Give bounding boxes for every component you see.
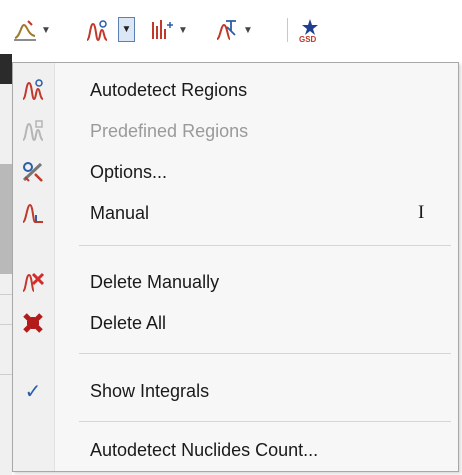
chevron-down-icon[interactable]: ▼ xyxy=(41,18,51,42)
background-line xyxy=(0,374,12,375)
menu-separator xyxy=(79,245,451,246)
toolbar-separator xyxy=(287,18,288,42)
background-line xyxy=(0,324,12,325)
menu-item-predefined-regions[interactable]: Predefined Regions xyxy=(13,114,458,148)
background-line xyxy=(0,294,12,295)
background-panel xyxy=(0,54,12,475)
delete-manually-icon xyxy=(21,270,45,294)
predefined-regions-icon xyxy=(21,119,45,143)
nuclide-button[interactable]: ▼ xyxy=(214,16,253,44)
menu-item-label: Autodetect Nuclides Count... xyxy=(90,440,319,460)
nuclide-icon xyxy=(216,20,236,40)
menu-item-label: Autodetect Regions xyxy=(90,80,248,100)
toolbar: ▼ ▼ ▼ ▼ GSD xyxy=(0,0,462,54)
peak-tool-icon xyxy=(14,20,36,41)
menu-item-label: Delete Manually xyxy=(90,272,220,292)
menu-separator xyxy=(79,421,451,422)
menu-item-autodetect-nuclides-count[interactable]: Autodetect Nuclides Count... xyxy=(13,433,458,467)
checkmark-icon: ✓ xyxy=(24,380,42,403)
menu-item-show-integrals[interactable]: ✓ Show Integrals xyxy=(13,374,458,408)
gsd-icon: GSD xyxy=(299,19,318,43)
menu-item-label: Options... xyxy=(90,162,168,182)
background-gray-block xyxy=(0,164,12,274)
menu-item-autodetect-regions[interactable]: Autodetect Regions xyxy=(13,73,458,107)
regions-dropdown-menu: Autodetect Regions Predefined Regions Op… xyxy=(12,62,459,472)
menu-item-label: Manual xyxy=(90,203,150,223)
gsd-button[interactable]: GSD xyxy=(297,16,323,44)
menu-item-delete-all[interactable]: Delete All xyxy=(13,306,458,340)
peak-fit-button[interactable]: ▼ xyxy=(149,16,188,44)
menu-separator xyxy=(79,353,451,354)
peak-fit-icon xyxy=(152,20,173,39)
chevron-down-icon[interactable]: ▼ xyxy=(243,18,253,42)
background-dark-block xyxy=(0,54,12,84)
menu-item-label: Show Integrals xyxy=(90,381,210,401)
delete-all-icon xyxy=(21,311,45,335)
chevron-down-icon[interactable]: ▼ xyxy=(178,18,188,42)
autodetect-regions-icon xyxy=(21,78,45,102)
shortcut-label: I xyxy=(418,202,425,223)
chevron-down-icon: ▼ xyxy=(121,24,132,35)
region-detect-icon xyxy=(86,20,108,41)
peak-tool-button[interactable]: ▼ xyxy=(12,16,51,44)
options-icon xyxy=(21,160,45,184)
menu-item-label: Delete All xyxy=(90,313,167,333)
menu-item-manual[interactable]: Manual I xyxy=(13,196,458,230)
region-detect-button[interactable] xyxy=(83,16,111,46)
menu-item-options[interactable]: Options... xyxy=(13,155,458,189)
svg-text:GSD: GSD xyxy=(299,35,317,43)
region-detect-dropdown-toggle[interactable]: ▼ xyxy=(118,17,135,42)
manual-icon xyxy=(21,201,45,225)
menu-item-delete-manually[interactable]: Delete Manually xyxy=(13,265,458,299)
menu-item-label: Predefined Regions xyxy=(90,121,249,141)
